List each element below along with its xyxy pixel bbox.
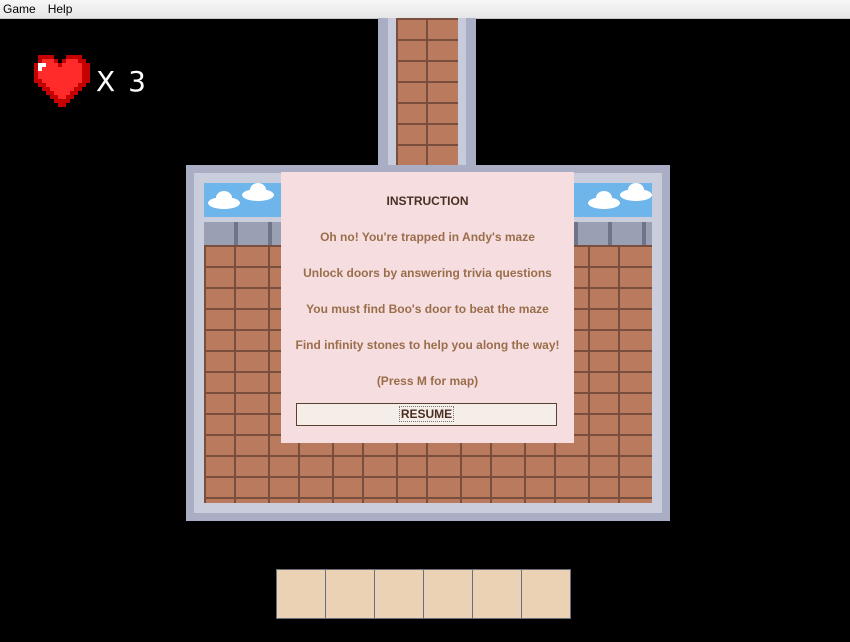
menu-help[interactable]: Help	[42, 0, 79, 18]
inventory-slot[interactable]	[374, 569, 424, 619]
cloud	[586, 191, 622, 209]
inventory-slot[interactable]	[325, 569, 375, 619]
instruction-line: You must find Boo's door to beat the maz…	[306, 302, 549, 316]
instruction-line: Unlock doors by answering trivia questio…	[303, 266, 552, 280]
inventory-slot[interactable]	[423, 569, 473, 619]
resume-button[interactable]: RESUME	[296, 403, 557, 426]
cloud	[206, 191, 242, 209]
instruction-line: (Press M for map)	[376, 374, 479, 388]
inventory-slot[interactable]	[521, 569, 571, 619]
instruction-line: Oh no! You're trapped in Andy's maze	[320, 230, 535, 244]
dialog-title: INSTRUCTION	[386, 194, 469, 208]
resume-label: RESUME	[398, 406, 455, 422]
inventory-bar	[276, 569, 571, 619]
inventory-slot[interactable]	[276, 569, 326, 619]
instruction-line: Find infinity stones to help you along t…	[295, 338, 560, 352]
instruction-dialog: INSTRUCTION Oh no! You're trapped in And…	[281, 172, 574, 443]
cloud	[240, 183, 276, 201]
menu-game[interactable]: Game	[0, 0, 42, 18]
corridor	[378, 18, 476, 170]
lives-count: X 3	[96, 64, 148, 98]
heart-icon	[34, 55, 90, 107]
corridor-brick-floor	[396, 18, 458, 170]
menu-bar: Game Help	[0, 0, 850, 19]
inventory-slot[interactable]	[472, 569, 522, 619]
lives-display: X 3	[30, 54, 148, 108]
cloud	[618, 183, 654, 201]
